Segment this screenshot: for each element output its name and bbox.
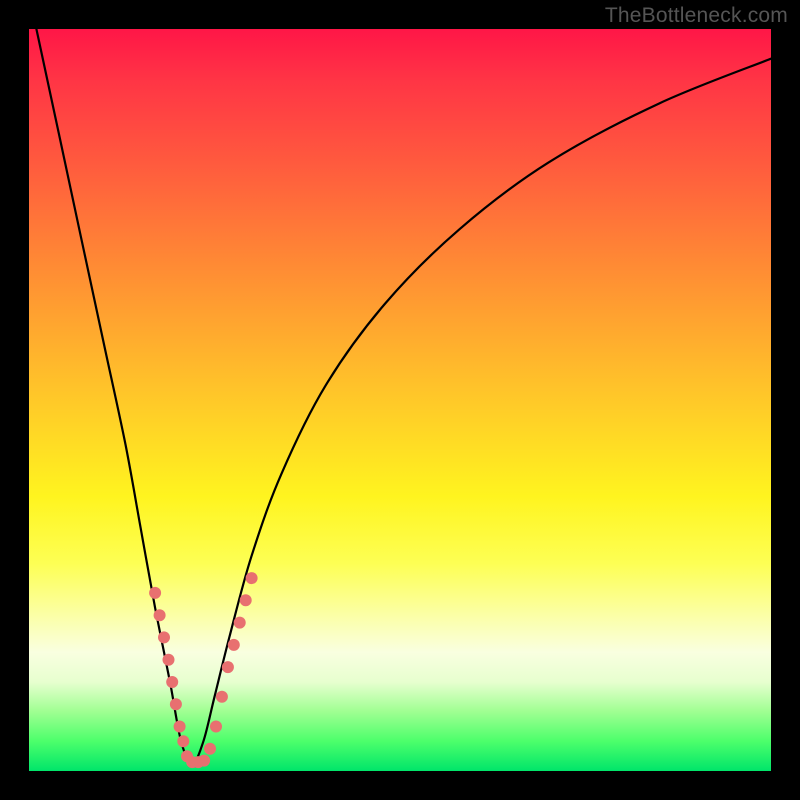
bottleneck-curve-svg	[29, 29, 771, 771]
marker-dot	[170, 698, 182, 710]
marker-dot	[234, 617, 246, 629]
marker-dot	[174, 721, 186, 733]
marker-dot	[154, 609, 166, 621]
chart-frame: TheBottleneck.com	[0, 0, 800, 800]
marker-dot	[177, 735, 189, 747]
marker-dot	[216, 691, 228, 703]
marker-dot	[240, 594, 252, 606]
marker-dot	[198, 755, 210, 767]
marker-dot	[158, 631, 170, 643]
marker-dot	[228, 639, 240, 651]
marker-dot	[210, 721, 222, 733]
marker-dot	[222, 661, 234, 673]
marker-dot	[246, 572, 258, 584]
marker-dot	[163, 654, 175, 666]
marker-dot	[166, 676, 178, 688]
marker-dot	[149, 587, 161, 599]
bottleneck-curve	[36, 29, 771, 764]
marker-dot	[204, 743, 216, 755]
watermark-label: TheBottleneck.com	[605, 4, 788, 28]
plot-area	[29, 29, 771, 771]
